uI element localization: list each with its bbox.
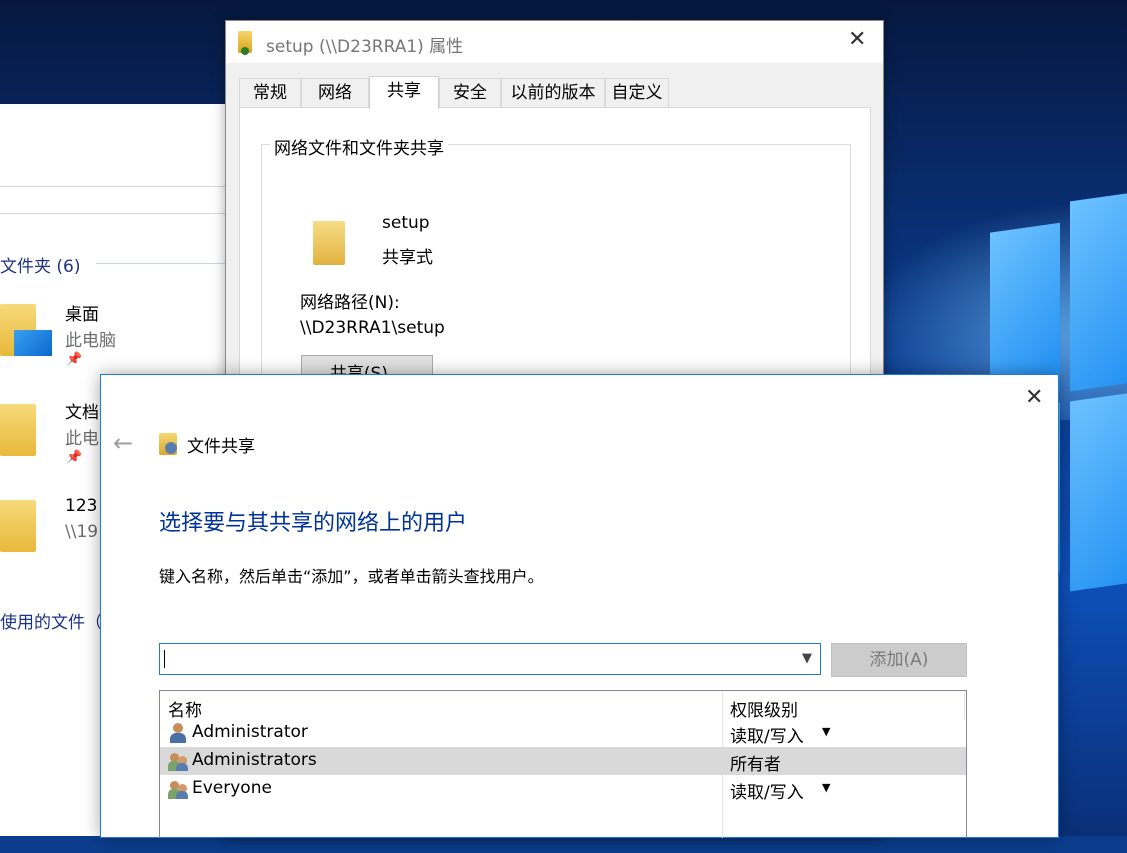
- network-path-value: \\D23RRA1\setup: [300, 318, 445, 338]
- quick-access-item-subtitle: \\19: [65, 522, 99, 542]
- wizard-title: 文件共享: [187, 437, 255, 457]
- address-bar[interactable]: [0, 186, 226, 214]
- file-sharing-icon: [159, 433, 177, 455]
- quick-access-item-title[interactable]: 桌面: [65, 300, 99, 325]
- quick-access-item-title[interactable]: 文档: [65, 398, 99, 423]
- documents-folder-icon: [0, 404, 36, 456]
- dropdown-arrow-icon[interactable]: ▼: [822, 725, 830, 738]
- user-name-combobox[interactable]: ▼: [159, 643, 821, 675]
- quick-access-item-subtitle: 此电脑: [65, 331, 116, 351]
- properties-titlebar[interactable]: setup (\\D23RRA1) 属性 ✕: [226, 21, 883, 63]
- section-divider: [96, 263, 226, 264]
- network-path-label: 网络路径(N):: [300, 293, 400, 313]
- user-name: Administrator: [192, 722, 308, 742]
- dropdown-arrow-icon[interactable]: ▼: [822, 781, 830, 794]
- list-header: 名称 权限级别: [160, 691, 966, 721]
- permission-level[interactable]: 读取/写入: [730, 778, 804, 803]
- pin-icon: 📌: [66, 352, 83, 367]
- close-icon[interactable]: ✕: [848, 27, 866, 52]
- close-icon[interactable]: ✕: [1025, 385, 1043, 410]
- share-name: setup: [382, 213, 430, 233]
- group-label: 网络文件和文件夹共享: [270, 134, 448, 159]
- wizard-heading: 选择要与其共享的网络上的用户: [159, 511, 468, 536]
- share-state: 共享式: [382, 248, 433, 268]
- list-item[interactable]: Everyone 读取/写入 ▼: [160, 775, 966, 803]
- text-caret: [164, 650, 165, 668]
- permission-level: 所有者: [730, 755, 781, 775]
- tab-general[interactable]: 常规: [239, 78, 301, 107]
- tab-customize[interactable]: 自定义: [605, 78, 669, 107]
- user-icon: [168, 723, 188, 743]
- quick-access-item-title[interactable]: 123: [65, 496, 97, 516]
- quick-access-item-subtitle: 此电: [65, 429, 99, 449]
- chevron-down-icon[interactable]: ▼: [802, 651, 812, 666]
- wizard-instruction: 键入名称，然后单击“添加”，或者单击箭头查找用户。: [159, 567, 544, 586]
- network-folder-icon: [0, 500, 36, 552]
- desktop-folder-icon: [0, 304, 52, 356]
- tab-security[interactable]: 安全: [439, 78, 501, 107]
- user-name: Everyone: [192, 778, 272, 798]
- user-list: 名称 权限级别 Administrator 读取/写入 ▼ Administra…: [159, 690, 967, 838]
- tab-sharing[interactable]: 共享: [369, 76, 439, 109]
- pin-icon: 📌: [66, 450, 83, 465]
- column-header-permission[interactable]: 权限级别: [730, 696, 798, 721]
- group-icon: [168, 779, 188, 799]
- shared-folder-icon: [313, 221, 345, 265]
- column-header-name[interactable]: 名称: [168, 696, 202, 721]
- tab-network[interactable]: 网络: [301, 78, 369, 107]
- properties-title: setup (\\D23RRA1) 属性: [266, 37, 464, 57]
- folders-section-header[interactable]: 文件夹 (6): [0, 252, 80, 277]
- group-icon: [168, 751, 188, 771]
- shared-folder-icon: [238, 31, 252, 55]
- user-name: Administrators: [192, 750, 317, 770]
- add-button[interactable]: 添加(A): [831, 643, 967, 677]
- recent-files-header[interactable]: 使用的文件（: [0, 608, 102, 633]
- back-arrow-icon[interactable]: ←: [113, 429, 133, 457]
- list-item[interactable]: Administrators 所有者: [160, 747, 966, 775]
- file-sharing-dialog: ✕ ← 文件共享 选择要与其共享的网络上的用户 键入名称，然后单击“添加”，或者…: [100, 374, 1059, 838]
- permission-level[interactable]: 读取/写入: [730, 722, 804, 747]
- list-item[interactable]: Administrator 读取/写入 ▼: [160, 719, 966, 747]
- column-divider[interactable]: [964, 691, 965, 719]
- tab-previous-versions[interactable]: 以前的版本: [501, 78, 605, 107]
